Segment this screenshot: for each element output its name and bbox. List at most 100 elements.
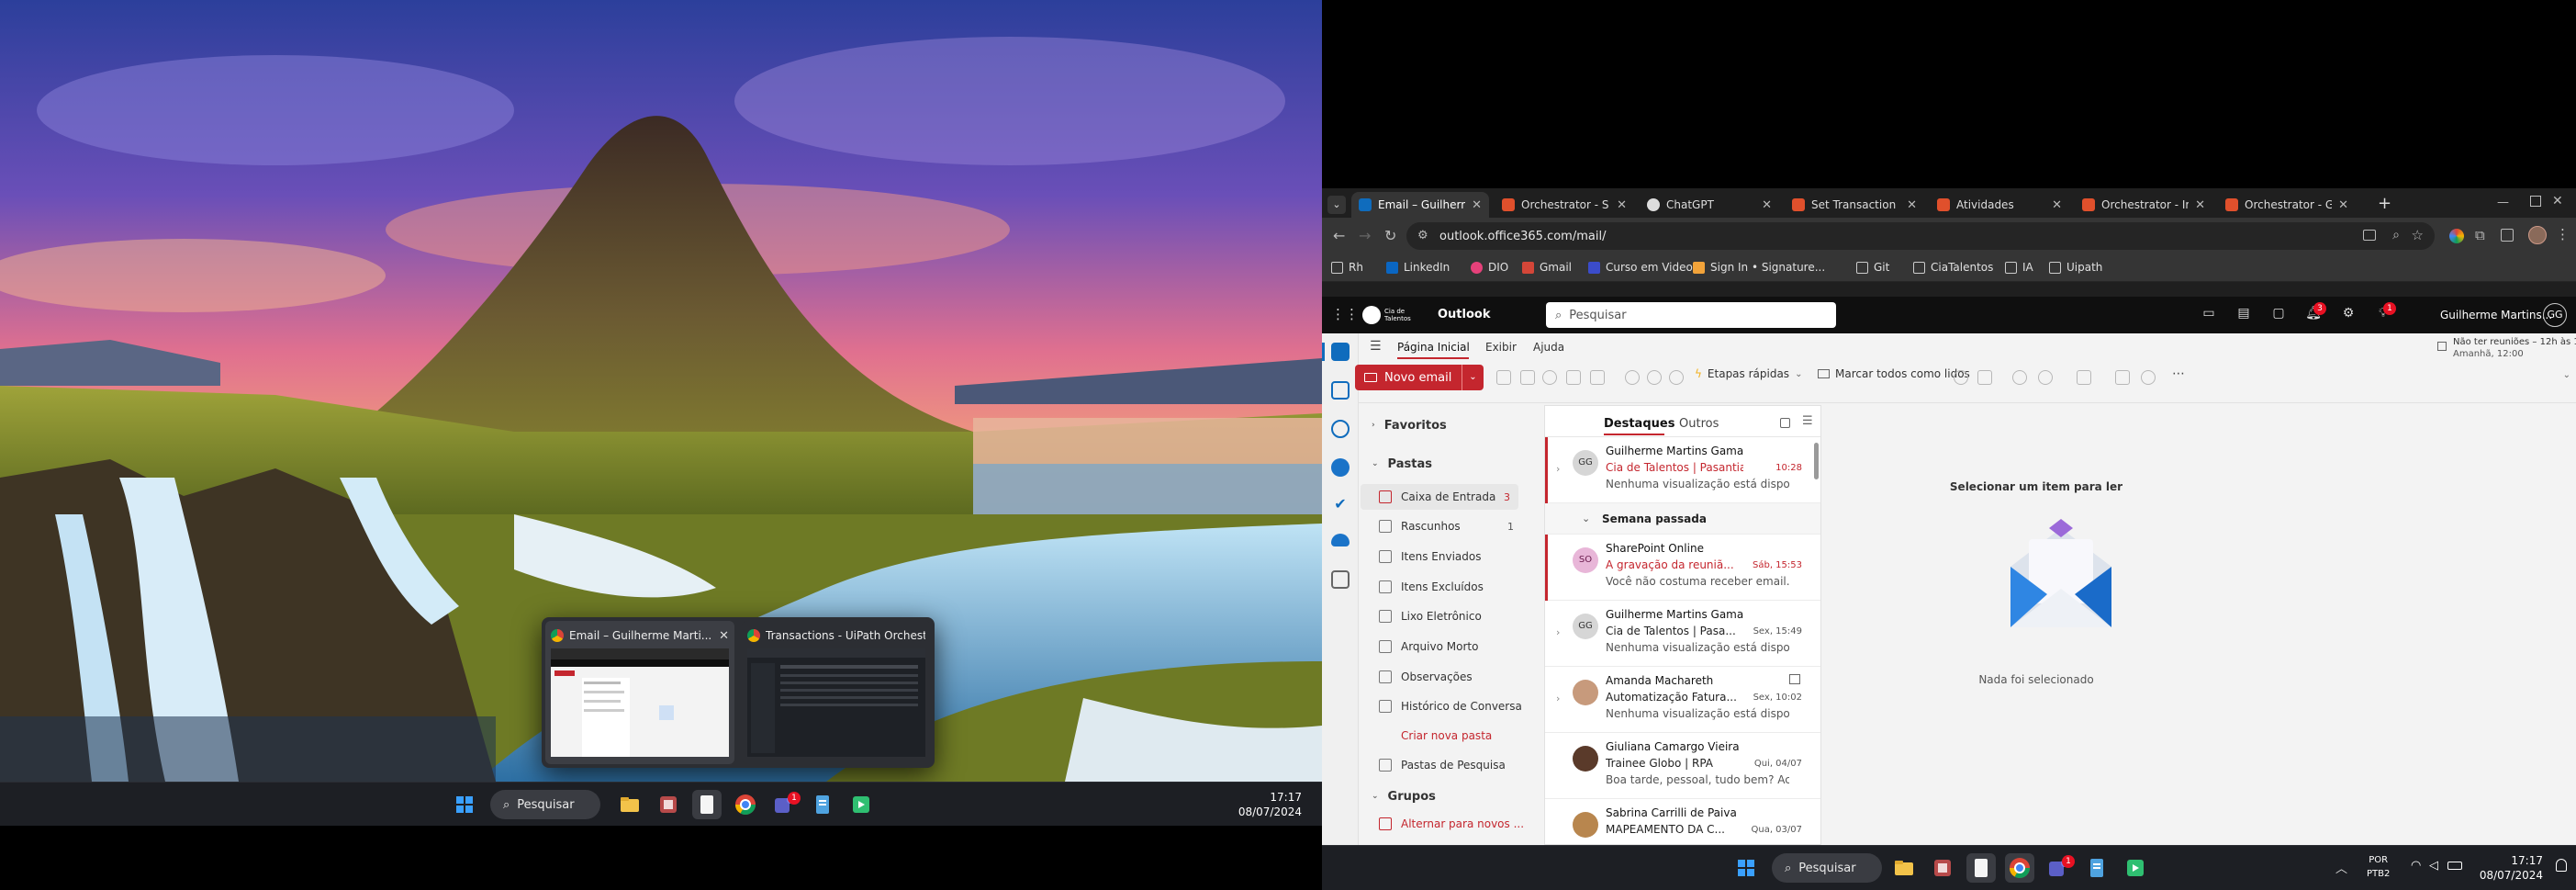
tab-atividades[interactable]: Atividades ✕ bbox=[1930, 192, 2069, 218]
notifications-icon[interactable] bbox=[2556, 859, 2567, 872]
app-name[interactable]: Outlook bbox=[1438, 308, 1490, 321]
message-item[interactable]: SO SharePoint Online A gravação da reuni… bbox=[1545, 535, 1820, 601]
switch-groups-link[interactable]: Alternar para novos ... bbox=[1379, 815, 1524, 833]
more-options-icon[interactable]: ⋯ bbox=[2172, 366, 2185, 381]
message-item[interactable]: Giuliana Camargo Vieira Trainee Globo | … bbox=[1545, 733, 1820, 799]
close-icon[interactable]: ✕ bbox=[1617, 198, 1627, 212]
mark-all-read-button[interactable]: Marcar todos como lidos bbox=[1818, 367, 1970, 380]
windows-start-icon[interactable] bbox=[1731, 853, 1761, 883]
folders-heading[interactable]: ⌄ Pastas bbox=[1372, 455, 1432, 473]
uipath-studio-icon[interactable] bbox=[2121, 853, 2150, 883]
chrome-icon[interactable] bbox=[731, 790, 760, 819]
user-avatar[interactable]: GG bbox=[2543, 303, 2567, 327]
tab-outlook[interactable]: Email – Guilherme ✕ bbox=[1351, 192, 1489, 218]
tab-destaques[interactable]: Destaques bbox=[1604, 417, 1674, 431]
new-mail-button[interactable]: Novo email ⌄ bbox=[1355, 365, 1484, 390]
chevron-right-icon[interactable]: › bbox=[1556, 693, 1560, 704]
bookmark-ciatalentos[interactable]: CiaTalentos bbox=[1913, 261, 1993, 274]
file-explorer-icon[interactable] bbox=[1889, 853, 1919, 883]
more-apps-icon[interactable] bbox=[1331, 570, 1350, 589]
notes-icon[interactable] bbox=[808, 790, 837, 819]
tab-chatgpt[interactable]: ChatGPT ✕ bbox=[1640, 192, 1779, 218]
taskbar-clock[interactable]: 17:17 08/07/2024 bbox=[1238, 790, 1302, 819]
user-name[interactable]: Guilherme Martins... bbox=[2440, 309, 2552, 321]
uipath-studio-icon[interactable] bbox=[846, 790, 876, 819]
message-item[interactable]: › Amanda Machareth Automatização Fatura.… bbox=[1545, 667, 1820, 733]
tab-set-transaction[interactable]: Set Transaction ✕ bbox=[1785, 192, 1924, 218]
extensions-puzzle-icon[interactable]: ⧉ bbox=[2475, 227, 2485, 243]
tray-chevron-up-icon[interactable]: ︿ bbox=[2335, 859, 2347, 876]
word-icon[interactable]: ▤ bbox=[2234, 306, 2253, 324]
bell-icon[interactable]: 🔔︎ 3 bbox=[2304, 302, 2326, 324]
teams-icon[interactable]: 1 bbox=[2044, 853, 2075, 883]
people-icon[interactable] bbox=[1331, 420, 1350, 438]
reload-icon[interactable]: ↻ bbox=[1384, 227, 1396, 244]
bookmark-linkedin[interactable]: LinkedIn bbox=[1386, 261, 1450, 274]
close-window-icon[interactable]: ✕ bbox=[2552, 194, 2563, 208]
select-mode-icon[interactable] bbox=[1780, 418, 1790, 428]
restore-icon[interactable] bbox=[2530, 196, 2541, 207]
profile-avatar[interactable] bbox=[2528, 226, 2547, 244]
notes-icon[interactable] bbox=[2082, 853, 2111, 883]
folder-drafts[interactable]: Rascunhos bbox=[1379, 517, 1461, 535]
taskbar-search[interactable]: ⌕ Pesquisar bbox=[1772, 853, 1882, 883]
close-icon[interactable]: ✕ bbox=[1762, 198, 1772, 212]
new-mail-dropdown-icon[interactable]: ⌄ bbox=[1462, 365, 1484, 390]
bookmark-ia[interactable]: IA bbox=[2005, 261, 2033, 274]
minimize-icon[interactable]: — bbox=[2497, 196, 2509, 209]
teams-icon[interactable]: 1 bbox=[769, 790, 801, 819]
hamburger-icon[interactable]: ☰ bbox=[1370, 339, 1382, 354]
close-icon[interactable]: ✕ bbox=[2338, 198, 2348, 212]
windows-start-icon[interactable] bbox=[450, 790, 479, 819]
thumbnail-card-orchestrator[interactable]: Transactions - UiPath Orchestra... bbox=[742, 621, 931, 764]
folder-archive[interactable]: Arquivo Morto bbox=[1379, 637, 1478, 656]
meeting-line-1[interactable]: Não ter reuniões – 12h às 13... bbox=[2453, 337, 2576, 347]
bookmark-gmail[interactable]: Gmail bbox=[1522, 261, 1572, 274]
language-indicator[interactable]: POR PTB2 bbox=[2367, 853, 2390, 881]
ribbon-collapse-icon[interactable]: ⌄ bbox=[2563, 370, 2570, 380]
sidepanel-icon[interactable] bbox=[2501, 229, 2514, 242]
tab-search-button[interactable]: ⌄ bbox=[1327, 196, 1346, 214]
chevron-right-icon[interactable]: › bbox=[1556, 463, 1560, 475]
favorites-heading[interactable]: › Favoritos bbox=[1372, 416, 1447, 434]
outlook-search-input[interactable]: ⌕ Pesquisar bbox=[1546, 302, 1836, 328]
close-icon[interactable]: ✕ bbox=[1907, 198, 1917, 212]
snipping-tool-icon[interactable] bbox=[654, 790, 683, 819]
notepad-icon[interactable] bbox=[692, 790, 722, 819]
folder-inbox[interactable]: Caixa de Entrada bbox=[1379, 488, 1495, 506]
bookmark-dio[interactable]: DIO bbox=[1471, 261, 1508, 274]
volume-icon[interactable]: ◁ bbox=[2429, 859, 2438, 873]
tab-exibir[interactable]: Exibir bbox=[1485, 341, 1517, 354]
back-icon[interactable]: ← bbox=[1333, 227, 1345, 244]
new-tab-button[interactable]: + bbox=[2378, 194, 2391, 213]
tab-orchestrator-1[interactable]: Orchestrator - S ✕ bbox=[1495, 192, 1634, 218]
bookmark-star-icon[interactable]: ☆ bbox=[2412, 227, 2424, 243]
create-folder-link[interactable]: Criar nova pasta bbox=[1401, 727, 1492, 745]
tab-pagina-inicial[interactable]: Página Inicial bbox=[1397, 341, 1470, 354]
folder-search-folders[interactable]: Pastas de Pesquisa bbox=[1379, 756, 1506, 774]
message-item[interactable]: › GG Guilherme Martins Gama Cia de Talen… bbox=[1545, 601, 1820, 667]
teams-call-icon[interactable]: ▭ bbox=[2200, 306, 2218, 324]
wifi-icon[interactable]: ◠ bbox=[2411, 859, 2421, 873]
chevron-right-icon[interactable]: › bbox=[1556, 626, 1560, 638]
tips-icon[interactable]: 💡︎ 1 bbox=[2374, 302, 2396, 324]
groups-heading[interactable]: ⌄ Grupos bbox=[1372, 787, 1436, 806]
snipping-tool-icon[interactable] bbox=[1928, 853, 1957, 883]
app-launcher-icon[interactable]: ⋮⋮ bbox=[1331, 306, 1359, 322]
todo-check-icon[interactable]: ✔ bbox=[1331, 495, 1350, 513]
quick-steps-button[interactable]: ϟ Etapas rápidas ⌄ bbox=[1695, 367, 1802, 380]
close-icon[interactable]: ✕ bbox=[2195, 198, 2205, 212]
zoom-icon[interactable]: ⌕ bbox=[2392, 228, 2400, 242]
folder-junk[interactable]: Lixo Eletrônico bbox=[1379, 607, 1482, 625]
folder-sent[interactable]: Itens Enviados bbox=[1379, 547, 1482, 566]
onedrive-icon[interactable] bbox=[1331, 534, 1350, 546]
close-icon[interactable]: ✕ bbox=[2052, 198, 2062, 212]
message-item[interactable]: Sabrina Carrilli de Paiva MAPEAMENTO DA … bbox=[1545, 799, 1820, 844]
tab-outros[interactable]: Outros bbox=[1679, 417, 1719, 431]
chevron-down-icon[interactable]: ⌄ bbox=[1795, 369, 1802, 379]
thumbnail-card-outlook[interactable]: Email – Guilherme Marti... ✕ bbox=[545, 621, 734, 764]
bookmark-signature[interactable]: Sign In • Signature... bbox=[1693, 261, 1825, 274]
monitor-icon[interactable]: ▢ bbox=[2269, 306, 2288, 324]
taskbar-search[interactable]: ⌕ Pesquisar bbox=[490, 790, 600, 819]
list-scrollbar[interactable] bbox=[1814, 443, 1819, 479]
